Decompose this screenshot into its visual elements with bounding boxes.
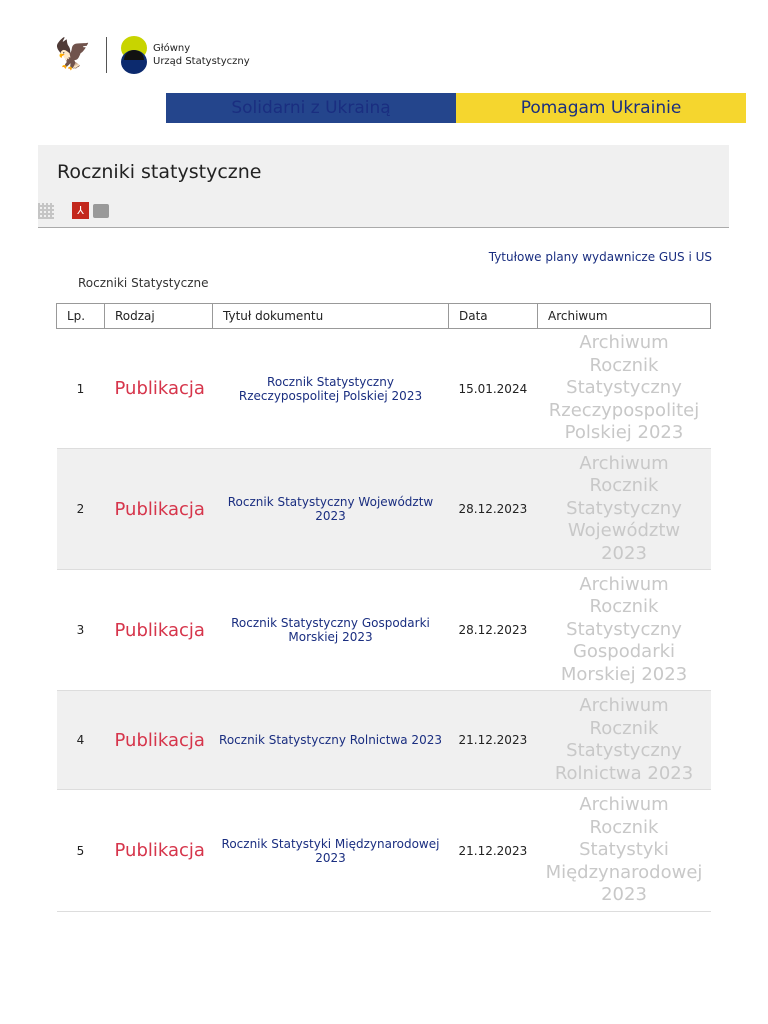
row-lp: 1 <box>56 328 105 449</box>
logo-line1: Główny <box>153 43 191 54</box>
row-date: 28.12.2023 <box>448 569 538 691</box>
row-rodzaj: Publikacja <box>104 789 213 912</box>
header-rodzaj: Rodzaj <box>104 303 213 329</box>
row-rodzaj: Publikacja <box>104 690 213 790</box>
row-archive-link[interactable]: Archiwum Rocznik Statystyczny Rolnictwa … <box>537 690 711 790</box>
header-lp: Lp. <box>56 303 105 329</box>
table-caption: Roczniki Statystyczne <box>78 276 209 290</box>
polish-eagle-icon: 🦅 <box>54 37 92 72</box>
pdf-icon[interactable]: ⅄ <box>72 202 89 219</box>
title-box: Roczniki statystyczne ⅄ <box>38 145 729 228</box>
logo-divider <box>106 37 107 73</box>
ukraine-banner: Solidarni z Ukrainą Pomagam Ukrainie <box>166 93 746 123</box>
row-archive-link[interactable]: Archiwum Rocznik Statystyczny Gospodarki… <box>537 569 711 691</box>
solidarni-link[interactable]: Solidarni z Ukrainą <box>166 93 456 123</box>
table-row: 2 Publikacja Rocznik Statystyczny Wojewó… <box>56 448 711 570</box>
row-lp: 4 <box>56 690 105 790</box>
gus-logo[interactable]: 🦅 Główny Urząd Statystyczny <box>54 36 250 74</box>
header-archiwum: Archiwum <box>537 303 711 329</box>
row-title-link[interactable]: Rocznik Statystyczny Województw 2023 <box>212 448 449 570</box>
page-title: Roczniki statystyczne <box>57 161 262 183</box>
header-tytul: Tytuł dokumentu <box>212 303 449 329</box>
row-title-link[interactable]: Rocznik Statystyczny Rzeczypospolitej Po… <box>212 328 449 449</box>
qr-code-icon[interactable] <box>38 202 54 219</box>
row-date: 21.12.2023 <box>448 789 538 912</box>
header-data: Data <box>448 303 538 329</box>
yearbooks-table: Lp. Rodzaj Tytuł dokumentu Data Archiwum… <box>56 303 711 912</box>
row-lp: 3 <box>56 569 105 691</box>
row-lp: 5 <box>56 789 105 912</box>
print-icon[interactable] <box>93 203 109 218</box>
row-date: 21.12.2023 <box>448 690 538 790</box>
row-title-link[interactable]: Rocznik Statystyczny Gospodarki Morskiej… <box>212 569 449 691</box>
row-lp: 2 <box>56 448 105 570</box>
table-row: 1 Publikacja Rocznik Statystyczny Rzeczy… <box>56 328 711 449</box>
row-archive-link[interactable]: Archiwum Rocznik Statystyczny Rzeczyposp… <box>537 328 711 449</box>
logo-line2: Urząd Statystyczny <box>153 56 250 67</box>
gus-circles-icon <box>121 36 147 74</box>
row-title-link[interactable]: Rocznik Statystyczny Rolnictwa 2023 <box>212 690 449 790</box>
table-row: 3 Publikacja Rocznik Statystyczny Gospod… <box>56 569 711 691</box>
row-rodzaj: Publikacja <box>104 448 213 570</box>
row-date: 15.01.2024 <box>448 328 538 449</box>
pomagam-link[interactable]: Pomagam Ukrainie <box>456 93 746 123</box>
row-title-link[interactable]: Rocznik Statystyki Międzynarodowej 2023 <box>212 789 449 912</box>
row-date: 28.12.2023 <box>448 448 538 570</box>
table-row: 5 Publikacja Rocznik Statystyki Międzyna… <box>56 789 711 912</box>
row-archive-link[interactable]: Archiwum Rocznik Statystyki Międzynarodo… <box>537 789 711 912</box>
publishing-plans-link[interactable]: Tytułowe plany wydawnicze GUS i US <box>489 250 712 264</box>
table-row: 4 Publikacja Rocznik Statystyczny Rolnic… <box>56 690 711 790</box>
row-rodzaj: Publikacja <box>104 569 213 691</box>
row-archive-link[interactable]: Archiwum Rocznik Statystyczny Województw… <box>537 448 711 570</box>
row-rodzaj: Publikacja <box>104 328 213 449</box>
